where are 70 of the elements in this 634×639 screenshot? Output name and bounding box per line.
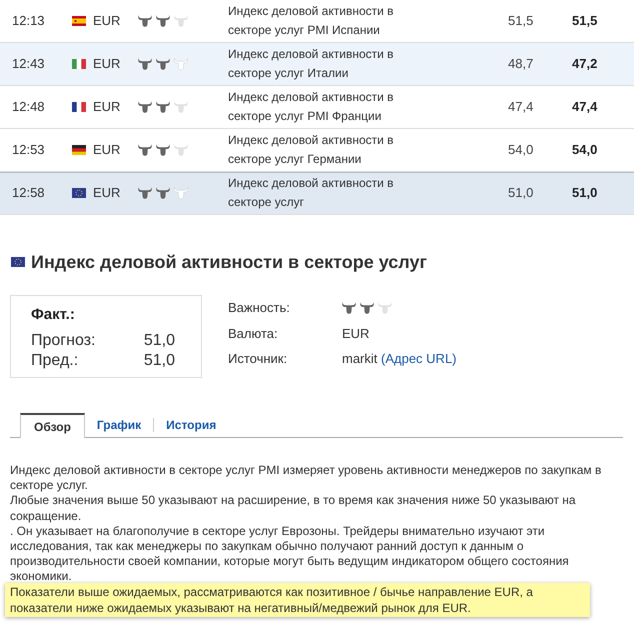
bull-icon [156, 187, 170, 199]
bull-icon [138, 101, 152, 113]
event-name[interactable]: Индекс деловой активности в секторе услуг [228, 174, 408, 212]
event-name[interactable]: Индекс деловой активности в секторе услуг Германии [228, 131, 408, 169]
event-name[interactable]: Индекс деловой активности в секторе услуг PMI Франции [228, 88, 408, 126]
bull-icon [156, 144, 170, 156]
currency-code: EUR [93, 99, 120, 115]
figure-value: 47,4 [572, 99, 598, 114]
faded-bull-icon [174, 58, 188, 70]
event-name[interactable]: Индекс деловой активности в секторе услуг PMI Испании [228, 2, 408, 40]
faded-bull-icon [174, 101, 188, 113]
event-time: 12:48 [12, 99, 46, 115]
event-time: 12:43 [12, 56, 46, 72]
tab[interactable]: График [84, 413, 154, 437]
tab[interactable]: История [154, 413, 228, 437]
forecast-label: Прогноз: [31, 331, 96, 351]
event-time: 12:53 [12, 142, 46, 158]
bull-icon [156, 15, 170, 27]
description-text: Любые значения выше 50 указывают на расширение, в то время как значения ниже 50 указывают на сокращение. [10, 493, 577, 524]
eu-flag-icon [72, 188, 86, 198]
bull-icon [138, 187, 152, 199]
bull-icon [360, 302, 374, 314]
bull-icon [156, 101, 170, 113]
event-title: Индекс деловой активности в секторе услуг [31, 252, 427, 272]
figure-value: 47,4 [508, 99, 534, 114]
info-label: Валюта: [228, 324, 279, 342]
currency-code: EUR [93, 142, 120, 158]
previous-label: Пред.: [31, 351, 78, 371]
faded-bull-icon [378, 302, 392, 314]
bull-icon [138, 15, 152, 27]
actual-label: Факт.: [31, 306, 76, 324]
description-text: . Он указывает на благополучие в секторе услуг Еврозоны. Трейдеры внимательно изучают эти исследования, так как менеджеры по закупкам обычно получают ранний доступ к данным о производительности своей компании, которые могут быть ведущим индикатором общего состояния экономики. [10, 524, 570, 585]
currency-code: EUR [93, 56, 120, 72]
previous-value: 51,0 [144, 351, 175, 371]
figure-value: 54,0 [572, 142, 598, 158]
description-text: Индекс деловой активности в секторе услуг PMI измеряет уровень активности менеджеров по закупкам в секторе услуг. [10, 463, 602, 494]
info-label: Источник: [228, 350, 288, 368]
faded-bull-icon [174, 144, 188, 156]
italy-flag-icon [72, 59, 86, 69]
eu-flag-icon [11, 257, 25, 267]
info-label: Важность: [228, 299, 291, 317]
event-time: 12:58 [12, 185, 46, 201]
source-name: markit [342, 350, 378, 368]
event-name[interactable]: Индекс деловой активности в секторе услуг Италии [228, 45, 408, 83]
figure-value: 48,7 [508, 56, 534, 72]
forecast-value: 51,0 [144, 331, 175, 351]
figure-value: 51,0 [572, 185, 598, 200]
bull-icon [342, 302, 356, 314]
faded-bull-icon [174, 187, 188, 199]
event-time: 12:13 [12, 13, 46, 29]
figure-value: 54,0 [508, 142, 534, 158]
bull-icon [156, 58, 170, 70]
tab[interactable]: Обзор [20, 413, 85, 438]
info-value: EUR [342, 324, 370, 342]
figure-value: 51,5 [508, 13, 534, 28]
bull-icon [138, 58, 152, 70]
faded-bull-icon [174, 15, 188, 27]
highlight-note: Показатели выше ожидаемых, рассматриваются как позитивное / бычье направление EUR, а показатели ниже ожидаемых указывают на негативный/медвежий рынок для EUR. [5, 582, 590, 617]
spain-flag-icon [72, 16, 86, 26]
france-flag-icon [72, 102, 86, 112]
source-link[interactable]: (Адрес URL) [381, 346, 457, 372]
currency-code: EUR [93, 185, 120, 201]
table-row[interactable]: 12:58 EUR Индекс деловой активности в секторе услуг 51,0 51,0 [0, 172, 634, 215]
figure-value: 47,2 [572, 56, 598, 72]
germany-flag-icon [72, 145, 86, 155]
figure-value: 51,0 [508, 185, 534, 200]
table-row[interactable]: 12:43 EUR Индекс деловой активности в секторе услуг Италии 48,7 47,2 [0, 43, 634, 86]
bull-icon [138, 144, 152, 156]
currency-code: EUR [93, 13, 120, 29]
figure-value: 51,5 [572, 13, 598, 28]
